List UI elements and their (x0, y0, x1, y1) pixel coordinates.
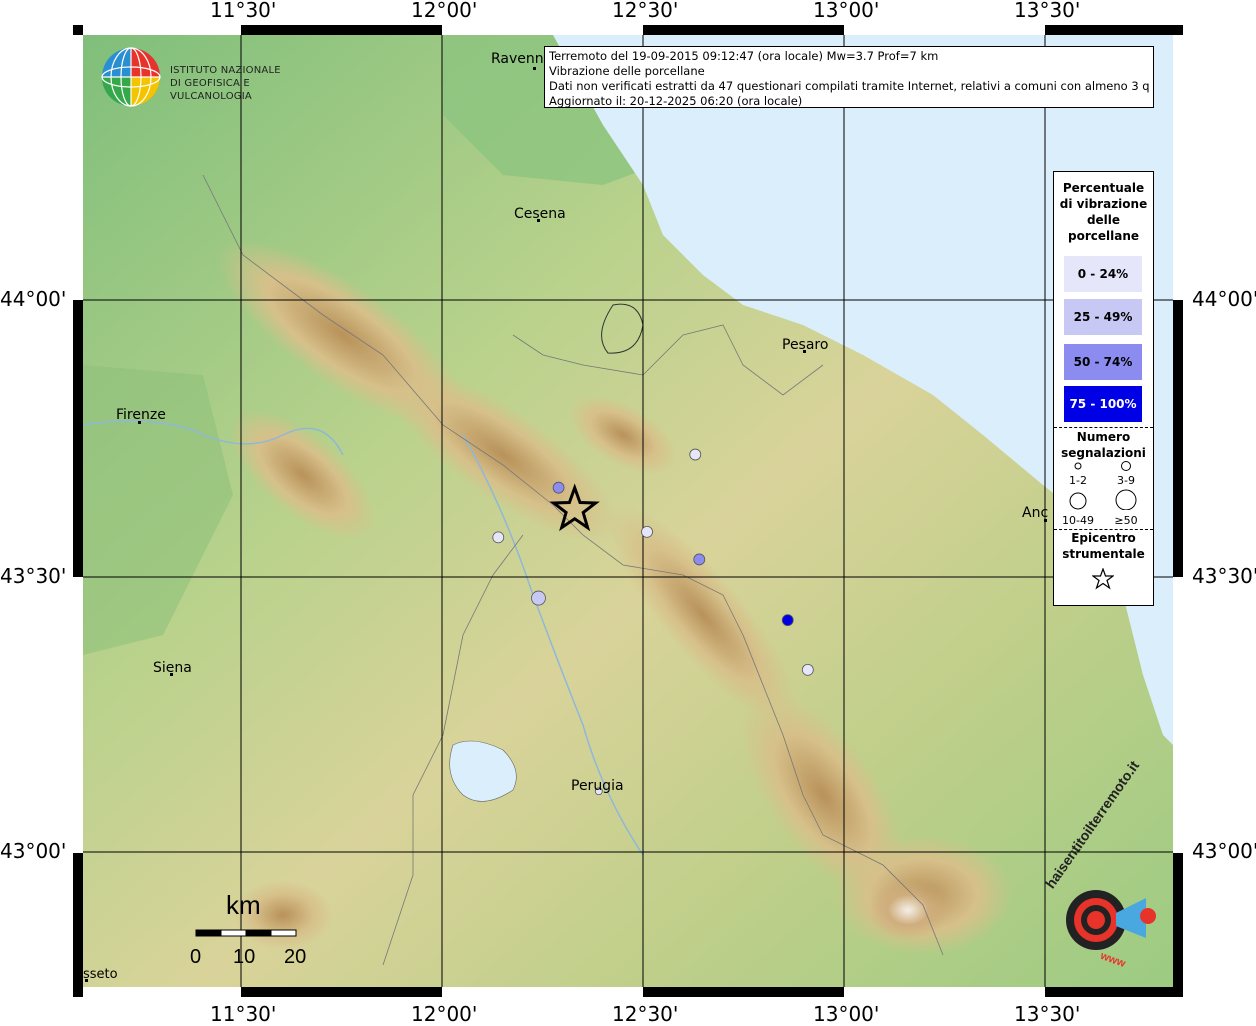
legend-count-title: Numero segnalazioni (1061, 430, 1146, 460)
observation-point[interactable] (693, 553, 706, 566)
lon-label-top-2: 12°00' (411, 0, 478, 22)
legend-size-2: 3-9 (1117, 474, 1135, 487)
city-ravenna: Ravenn (491, 51, 544, 67)
lat-label-right-3: 43°00' (1192, 839, 1256, 863)
city-pesaro: Pesaro (782, 337, 829, 353)
legend-class-1-label: 25 - 49% (1073, 310, 1133, 324)
lat-label-right-1: 44°00' (1192, 287, 1256, 311)
city-cesena: Cesena (514, 206, 566, 222)
lon-label-top-5: 13°30' (1014, 0, 1081, 22)
lat-label-right-2: 43°30' (1192, 564, 1256, 588)
lon-label-bottom-5: 13°30' (1014, 1002, 1081, 1026)
update-time: Aggiornato il: 20-12-2025 06:20 (ora loc… (549, 94, 803, 108)
scale-tick-0: 0 (190, 946, 202, 968)
lon-label-top-1: 11°30' (210, 0, 277, 22)
lon-label-bottom-1: 11°30' (210, 1002, 277, 1026)
lat-label-left-3: 43°00' (0, 839, 67, 863)
data-note: Dati non verificati estratti da 47 quest… (549, 79, 1149, 93)
map-subject: Vibrazione delle porcellane (549, 64, 705, 78)
legend-class-3-label: 75 - 100% (1069, 397, 1137, 411)
lon-label-bottom-2: 12°00' (411, 1002, 478, 1026)
logo-line-1: ISTITUTO NAZIONALE (170, 65, 281, 76)
lat-label-left-2: 43°30' (0, 564, 67, 588)
lon-label-bottom-3: 12°30' (612, 1002, 679, 1026)
epicenter-legend-icon (1092, 568, 1114, 590)
legend-class-2: 50 - 74% (1064, 344, 1142, 380)
hsit-logo[interactable]: haisentitoilterremoto.it www (1036, 758, 1166, 978)
city-grosseto: sseto (83, 967, 118, 982)
observation-point[interactable] (552, 481, 565, 494)
legend-size-4: ≥50 (1114, 514, 1138, 527)
lat-label-left-1: 44°00' (0, 287, 67, 311)
observation-point[interactable] (641, 525, 653, 538)
legend-title: Percentuale di vibrazione delle porcella… (1059, 181, 1148, 243)
scale-unit: km (226, 890, 261, 920)
ingv-logo: ISTITUTO NAZIONALE DI GEOFISICA E VULCAN… (100, 46, 320, 108)
legend-epicenter-title: Epicentro strumentale (1062, 531, 1145, 561)
city-firenze: Firenze (116, 407, 166, 423)
terrain-map (83, 35, 1173, 987)
legend-divider-1 (1054, 427, 1153, 428)
lon-label-top-4: 13°00' (813, 0, 880, 22)
city-ancona: Anc (1022, 505, 1049, 521)
event-title: Terremoto del 19-09-2015 09:12:47 (ora l… (549, 49, 939, 63)
scale-tick-10: 10 (233, 946, 256, 968)
lon-label-bottom-4: 13°00' (813, 1002, 880, 1026)
legend-class-2-label: 50 - 74% (1073, 355, 1133, 369)
logo-line-2: DI GEOFISICA E VULCANOLOGIA (170, 78, 252, 102)
observation-point[interactable] (689, 448, 702, 461)
city-siena: Siena (153, 660, 192, 676)
event-info-box: Terremoto del 19-09-2015 09:12:47 (ora l… (544, 46, 1154, 108)
legend-class-0: 0 - 24% (1064, 256, 1142, 292)
scale-tick-20: 20 (284, 946, 307, 968)
scale-bar (195, 929, 297, 937)
observation-point[interactable] (492, 531, 505, 544)
map-canvas[interactable] (83, 35, 1173, 987)
globe-icon (101, 47, 161, 107)
city-perugia: Perugia (571, 778, 624, 794)
legend-class-3: 75 - 100% (1064, 386, 1142, 422)
legend-size-3: 10-49 (1062, 514, 1094, 527)
legend-class-1: 25 - 49% (1064, 299, 1142, 335)
legend: Percentuale di vibrazione delle porcella… (1053, 171, 1154, 606)
legend-size-1: 1-2 (1069, 474, 1087, 487)
lon-label-top-3: 12°30' (612, 0, 679, 22)
legend-class-0-label: 0 - 24% (1077, 267, 1129, 281)
observation-point[interactable] (781, 614, 794, 627)
observation-point[interactable] (531, 590, 546, 606)
observation-point[interactable] (801, 663, 814, 676)
